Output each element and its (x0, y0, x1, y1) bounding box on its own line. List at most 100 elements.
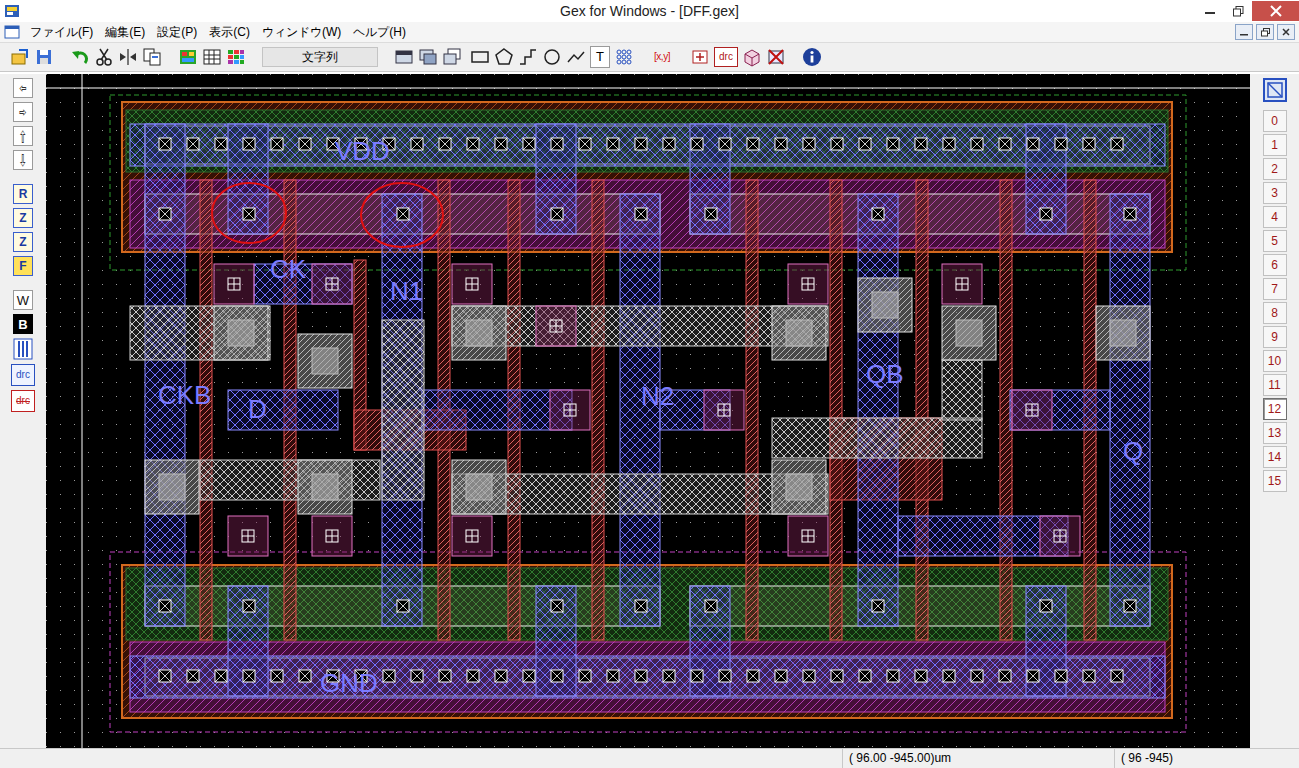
diffusion-contact[interactable] (872, 600, 884, 612)
diffusion-contact[interactable] (943, 138, 955, 150)
implant-region[interactable] (126, 110, 1168, 172)
metal1-shape[interactable] (228, 124, 268, 234)
diffusion-contact[interactable] (1124, 600, 1136, 612)
layer-button[interactable]: 13 (1263, 422, 1287, 444)
diffusion-contact[interactable] (439, 670, 451, 682)
metal1-shape[interactable] (690, 586, 730, 696)
diffusion-contact[interactable] (215, 138, 227, 150)
diffusion-contact[interactable] (915, 670, 927, 682)
tool-button[interactable]: Z (13, 232, 33, 252)
metal2-shape[interactable] (130, 306, 270, 360)
poly-shape[interactable] (592, 180, 604, 640)
diffusion-contact[interactable] (243, 138, 255, 150)
diffusion-contact[interactable] (831, 138, 843, 150)
diffusion-contact[interactable] (1083, 670, 1095, 682)
diffusion-contact[interactable] (1027, 670, 1039, 682)
diffusion-contact[interactable] (663, 670, 675, 682)
diffusion-contact[interactable] (775, 670, 787, 682)
net-label[interactable]: Q (1123, 436, 1143, 466)
tool-button[interactable]: F (13, 256, 33, 276)
poly-shape[interactable] (746, 180, 758, 640)
menu-item[interactable]: 設定(P) (151, 23, 203, 41)
diffusion-contact[interactable] (495, 138, 507, 150)
diffusion-contact[interactable] (859, 670, 871, 682)
polygon-icon[interactable] (494, 46, 514, 68)
document-icon[interactable] (4, 25, 20, 39)
diffusion-contact[interactable] (705, 208, 717, 220)
metal1-shape[interactable] (1010, 390, 1110, 430)
poly-contact[interactable] (1012, 390, 1052, 430)
diffusion-contact[interactable] (1124, 208, 1136, 220)
diffusion-contact[interactable] (467, 138, 479, 150)
via-shape[interactable] (145, 460, 199, 514)
diffusion-contact[interactable] (299, 670, 311, 682)
diffusion-contact[interactable] (383, 670, 395, 682)
cell-3d-icon[interactable] (742, 46, 762, 68)
metal1-shape[interactable] (690, 124, 730, 234)
poly-contact[interactable] (788, 516, 828, 556)
metal1-shape[interactable] (228, 586, 268, 696)
tool-button[interactable]: drc (11, 390, 35, 412)
poly-contact[interactable] (536, 306, 576, 346)
layer-button[interactable]: 3 (1263, 182, 1287, 204)
via-shape[interactable] (452, 460, 506, 514)
layer-front-icon[interactable] (394, 46, 414, 68)
via-shape[interactable] (772, 306, 826, 360)
diffusion-contact[interactable] (467, 670, 479, 682)
diffusion-contact[interactable] (607, 138, 619, 150)
diffusion-contact[interactable] (397, 208, 409, 220)
diffusion-contact[interactable] (663, 138, 675, 150)
diffusion-contact[interactable] (495, 670, 507, 682)
metal1-shape[interactable] (228, 390, 338, 430)
via-shape[interactable] (298, 460, 352, 514)
layer-button[interactable]: 11 (1263, 374, 1287, 396)
layer-view-icon[interactable] (1263, 78, 1287, 102)
diffusion-contact[interactable] (607, 670, 619, 682)
diffusion-contact[interactable] (271, 670, 283, 682)
diffusion-contact[interactable] (999, 670, 1011, 682)
via-shape[interactable] (1096, 306, 1150, 360)
grid-icon[interactable] (202, 46, 222, 68)
poly-contact[interactable] (788, 264, 828, 304)
coordinate-tool[interactable]: [x,y] (650, 46, 674, 68)
metal1-shape[interactable] (1026, 586, 1066, 696)
via-shape[interactable] (772, 460, 826, 514)
diffusion-contact[interactable] (872, 208, 884, 220)
poly-contact[interactable] (1040, 516, 1080, 556)
metal1-shape[interactable] (1026, 124, 1066, 234)
metal1-shape[interactable] (1110, 194, 1150, 626)
diffusion-contact[interactable] (187, 670, 199, 682)
diffusion-contact[interactable] (691, 670, 703, 682)
layer-button[interactable]: 0 (1263, 110, 1287, 132)
tool-button[interactable]: ⇦ (13, 78, 33, 98)
diffusion-contact[interactable] (411, 138, 423, 150)
implant-region[interactable] (130, 642, 1165, 712)
diffusion-contact[interactable] (971, 670, 983, 682)
net-label[interactable]: CKB (158, 380, 211, 410)
diffusion-contact[interactable] (299, 138, 311, 150)
menu-item[interactable]: ファイル(F) (24, 23, 99, 41)
layer-button[interactable]: 10 (1263, 350, 1287, 372)
poly-contact[interactable] (228, 516, 268, 556)
mdi-minimize-button[interactable] (1235, 24, 1253, 40)
mdi-restore-button[interactable] (1256, 24, 1274, 40)
tool-button[interactable]: W (13, 290, 33, 310)
mdi-close-button[interactable] (1277, 24, 1295, 40)
metal2-shape[interactable] (942, 360, 982, 420)
diffusion-contact[interactable] (719, 138, 731, 150)
poly-contact[interactable] (452, 264, 492, 304)
metal2-shape[interactable] (382, 320, 424, 500)
diffusion-contact[interactable] (551, 670, 563, 682)
poly-contact[interactable] (942, 264, 982, 304)
layer-button[interactable]: 1 (1263, 134, 1287, 156)
layer-button[interactable]: 15 (1263, 470, 1287, 492)
restore-button[interactable] (1224, 1, 1252, 21)
poly-contact[interactable] (312, 264, 352, 304)
cut-icon[interactable] (94, 46, 114, 68)
diffusion-contact[interactable] (999, 138, 1011, 150)
diffusion-contact[interactable] (243, 670, 255, 682)
diffusion-contact[interactable] (551, 138, 563, 150)
via-shape[interactable] (452, 306, 506, 360)
mirror-icon[interactable] (118, 46, 138, 68)
diffusion-contact[interactable] (887, 138, 899, 150)
